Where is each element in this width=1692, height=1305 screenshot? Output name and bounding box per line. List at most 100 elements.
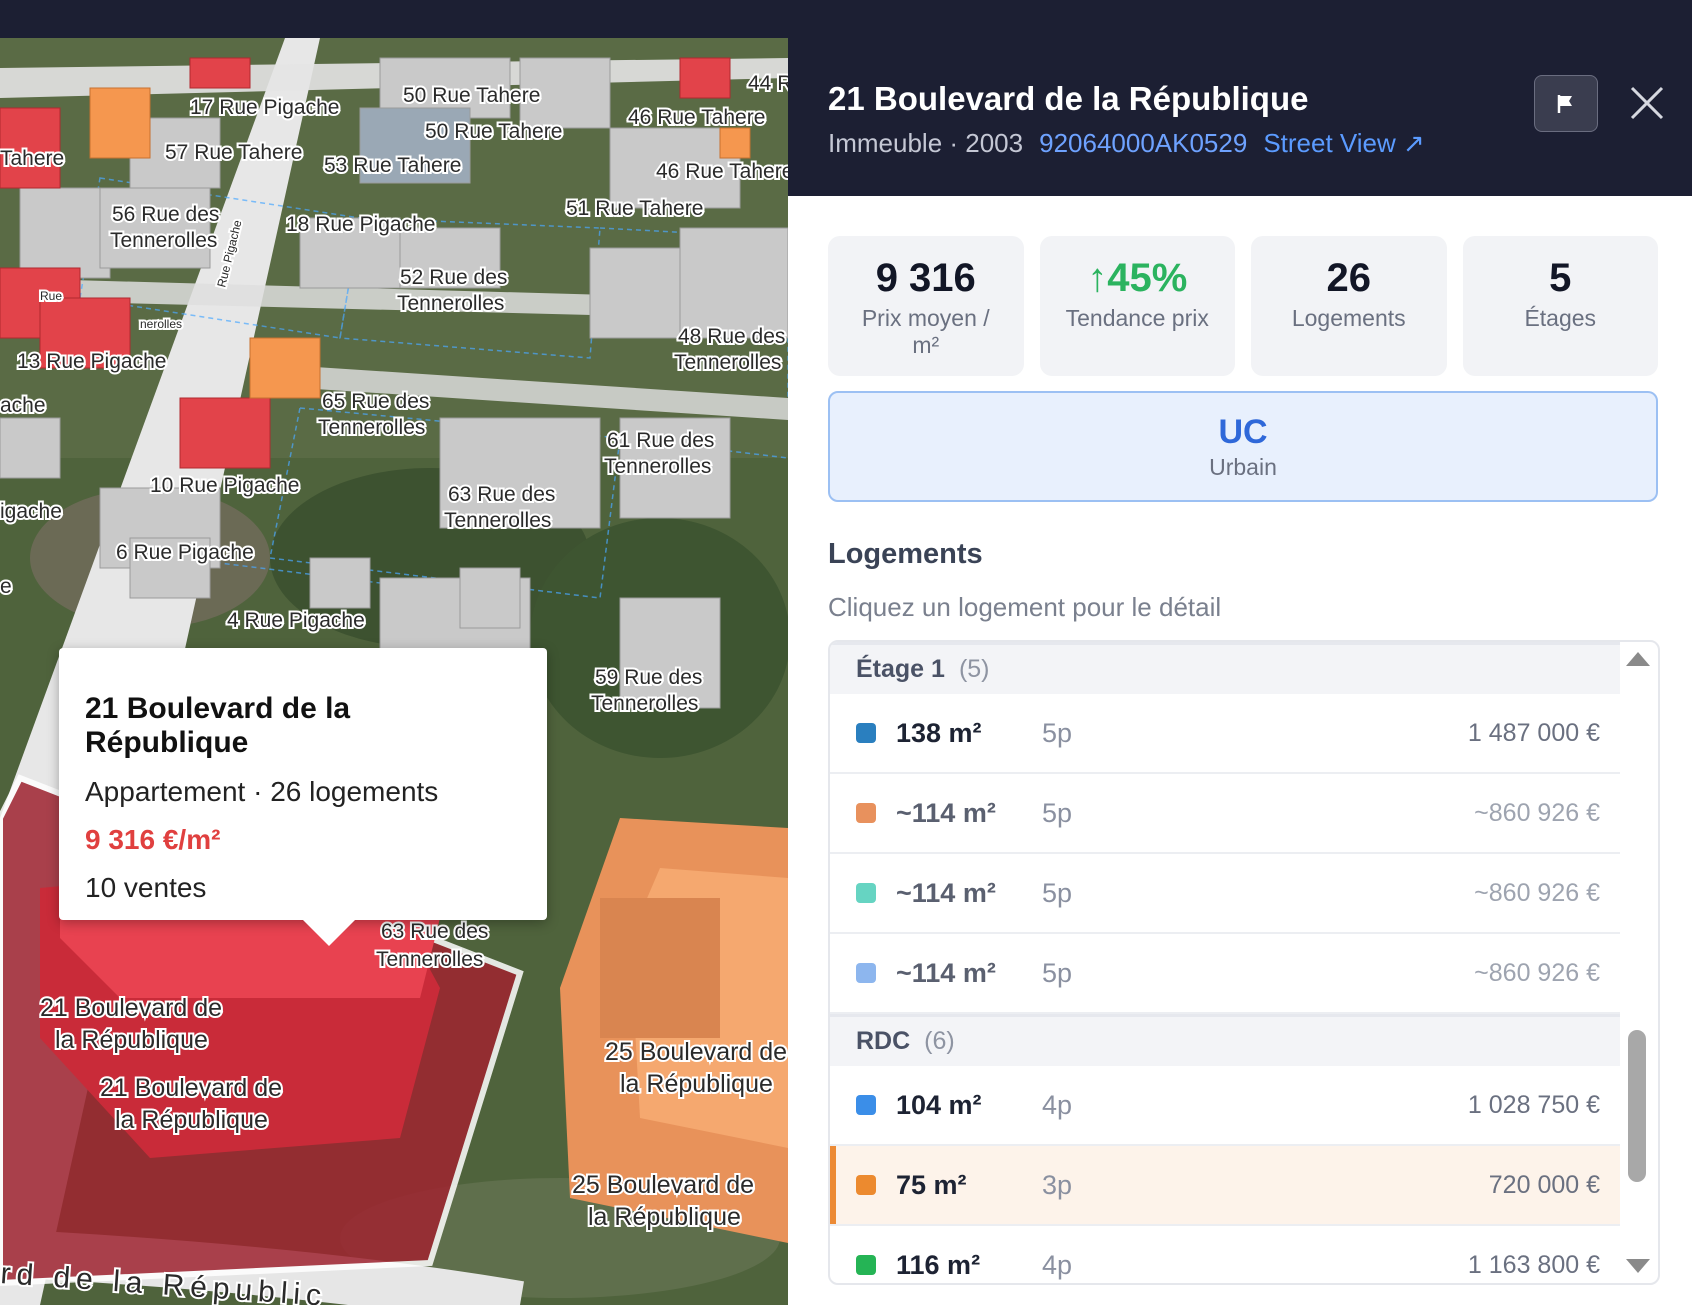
street-label: 6 Rue Pigache	[116, 541, 254, 564]
unit-color-swatch	[856, 803, 876, 823]
units-section-title: Logements	[828, 538, 983, 570]
unit-price: ~860 926 €	[1474, 798, 1600, 827]
unit-area: ~114 m²	[896, 957, 996, 988]
unit-row[interactable]: ~114 m² 5p ~860 926 €	[830, 774, 1620, 854]
zone-label: Urbain	[1209, 454, 1277, 480]
unit-rooms: 4p	[1042, 1089, 1073, 1120]
popup-sales-count: 10 ventes	[85, 872, 207, 903]
stats-row: 9 316 Prix moyen / m² ↑45% Tendance prix…	[828, 236, 1658, 376]
building-detail-panel: 21 Boulevard de la République Immeuble ·…	[788, 0, 1692, 1305]
unit-row[interactable]: ~114 m² 5p ~860 926 €	[830, 934, 1620, 1014]
unit-rooms: 5p	[1042, 957, 1073, 988]
zone-code: UC	[1218, 413, 1268, 451]
stat-label: Tendance prix	[1065, 305, 1209, 331]
street-label: 61 Rue des	[607, 429, 714, 452]
street-label: la République	[55, 1026, 208, 1054]
map-view[interactable]: 17 Rue Pigache 50 Rue Tahere 50 Rue Tahe…	[0, 38, 788, 1305]
chevron-down-icon[interactable]	[1626, 1259, 1650, 1273]
floor-count: (5)	[958, 655, 990, 683]
street-label: 63 Rue des	[448, 483, 555, 506]
floor-count: (6)	[924, 1027, 955, 1055]
unit-area: 138 m²	[896, 717, 982, 748]
street-label: 65 Rue des	[322, 390, 429, 413]
street-label: ache	[0, 394, 46, 417]
street-label: Rue	[40, 289, 62, 303]
unit-row[interactable]: 116 m² 4p 1 163 800 €	[830, 1226, 1620, 1283]
street-label: 25 Boulevard de	[605, 1038, 787, 1066]
unit-color-swatch	[856, 1095, 876, 1115]
street-label: Tennerolles	[376, 948, 483, 971]
popup-title: 21 Boulevard de la République	[85, 692, 351, 759]
building-meta: Immeuble · 2003 92064000AK0529 Street Vi…	[828, 128, 1425, 159]
popup-price: 9 316 €/m²	[85, 824, 221, 855]
street-label: igache	[0, 500, 62, 523]
floor-group-header: Étage 1 (5)	[830, 642, 1620, 694]
stat-value: 26	[1326, 256, 1372, 300]
street-label: Tennerolles	[591, 692, 698, 715]
popup-subtitle: Appartement · 26 logements	[85, 776, 439, 807]
street-label: 17 Rue Pigache	[190, 96, 339, 119]
report-button[interactable]	[1534, 75, 1598, 132]
unit-price: 720 000 €	[1488, 1170, 1600, 1199]
street-label: 56 Rue des	[112, 203, 219, 226]
building-type-year: Immeuble · 2003	[828, 128, 1024, 158]
street-label: Tennerolles	[318, 416, 425, 439]
stat-value: 9 316	[875, 256, 976, 300]
street-label: 51 Rue Tahere	[566, 197, 703, 220]
unit-rooms: 5p	[1042, 717, 1073, 748]
unit-color-swatch	[856, 963, 876, 983]
street-label: la République	[620, 1070, 773, 1098]
street-label: 48 Rue des	[678, 325, 785, 348]
unit-row[interactable]: 138 m² 5p 1 487 000 €	[830, 694, 1620, 774]
street-view-link[interactable]: Street View ↗	[1263, 128, 1424, 159]
unit-color-swatch	[856, 1175, 876, 1195]
cadastre-link[interactable]: 92064000AK0529	[1039, 128, 1247, 159]
unit-area: 116 m²	[896, 1249, 981, 1280]
street-label: 52 Rue des	[400, 266, 507, 289]
building-popup: 21 Boulevard de la République Appartemen…	[59, 648, 547, 946]
street-label: 46 Rue Tahere	[628, 106, 765, 129]
street-label: 18 Rue Pigache	[286, 213, 435, 236]
street-label: 44 R	[748, 72, 788, 95]
unit-area: ~114 m²	[896, 797, 996, 828]
chevron-up-icon[interactable]	[1626, 652, 1650, 666]
street-label: 21 Boulevard de	[100, 1074, 282, 1102]
street-label: Tennerolles	[444, 509, 551, 532]
stat-card-trend: ↑45% Tendance prix	[1039, 236, 1235, 376]
street-label: Tennerolles	[397, 292, 504, 315]
unit-area: ~114 m²	[896, 877, 996, 908]
unit-color-swatch	[856, 723, 876, 743]
flag-icon	[1557, 94, 1572, 113]
unit-row[interactable]: 104 m² 4p 1 028 750 €	[830, 1066, 1620, 1146]
street-label: 10 Rue Pigache	[150, 474, 299, 497]
unit-rooms: 5p	[1042, 877, 1073, 908]
unit-area: 104 m²	[896, 1089, 982, 1120]
unit-rooms: 4p	[1042, 1249, 1073, 1280]
floor-name: Étage 1	[856, 655, 945, 683]
street-label: 59 Rue des	[595, 666, 702, 689]
floor-name: RDC	[856, 1027, 911, 1055]
unit-color-swatch	[856, 1255, 876, 1275]
unit-color-swatch	[856, 883, 876, 903]
unit-row-selected[interactable]: 75 m² 3p 720 000 €	[830, 1146, 1620, 1226]
street-label: 57 Rue Tahere	[165, 141, 302, 164]
panel-header: 21 Boulevard de la République Immeuble ·…	[788, 0, 1692, 196]
street-label: e	[0, 575, 12, 598]
stat-card-floors: 5 Étages	[1462, 236, 1658, 376]
unit-row[interactable]: ~114 m² 5p ~860 926 €	[830, 854, 1620, 934]
stat-label: Étages	[1524, 305, 1597, 331]
floor-group-header: RDC (6)	[830, 1014, 1620, 1066]
street-label: 50 Rue Tahere	[403, 84, 540, 107]
stat-value: 5	[1549, 256, 1572, 300]
units-list[interactable]: Étage 1 (5) 138 m² 5p 1 487 000 € ~114 m…	[828, 640, 1660, 1285]
units-section-hint: Cliquez un logement pour le détail	[828, 592, 1222, 622]
scrollbar-thumb[interactable]	[1628, 1030, 1646, 1182]
stat-label: Logements	[1291, 305, 1406, 331]
street-label: Tennerolles	[604, 455, 711, 478]
street-label: Tennerolles	[110, 229, 217, 252]
close-button[interactable]	[1622, 78, 1672, 128]
building-address: 21 Boulevard de la République	[828, 80, 1309, 117]
street-label: 46 Rue Tahere	[656, 160, 788, 183]
street-label: la République	[588, 1203, 741, 1231]
street-label: 63 Rue des	[381, 920, 488, 943]
